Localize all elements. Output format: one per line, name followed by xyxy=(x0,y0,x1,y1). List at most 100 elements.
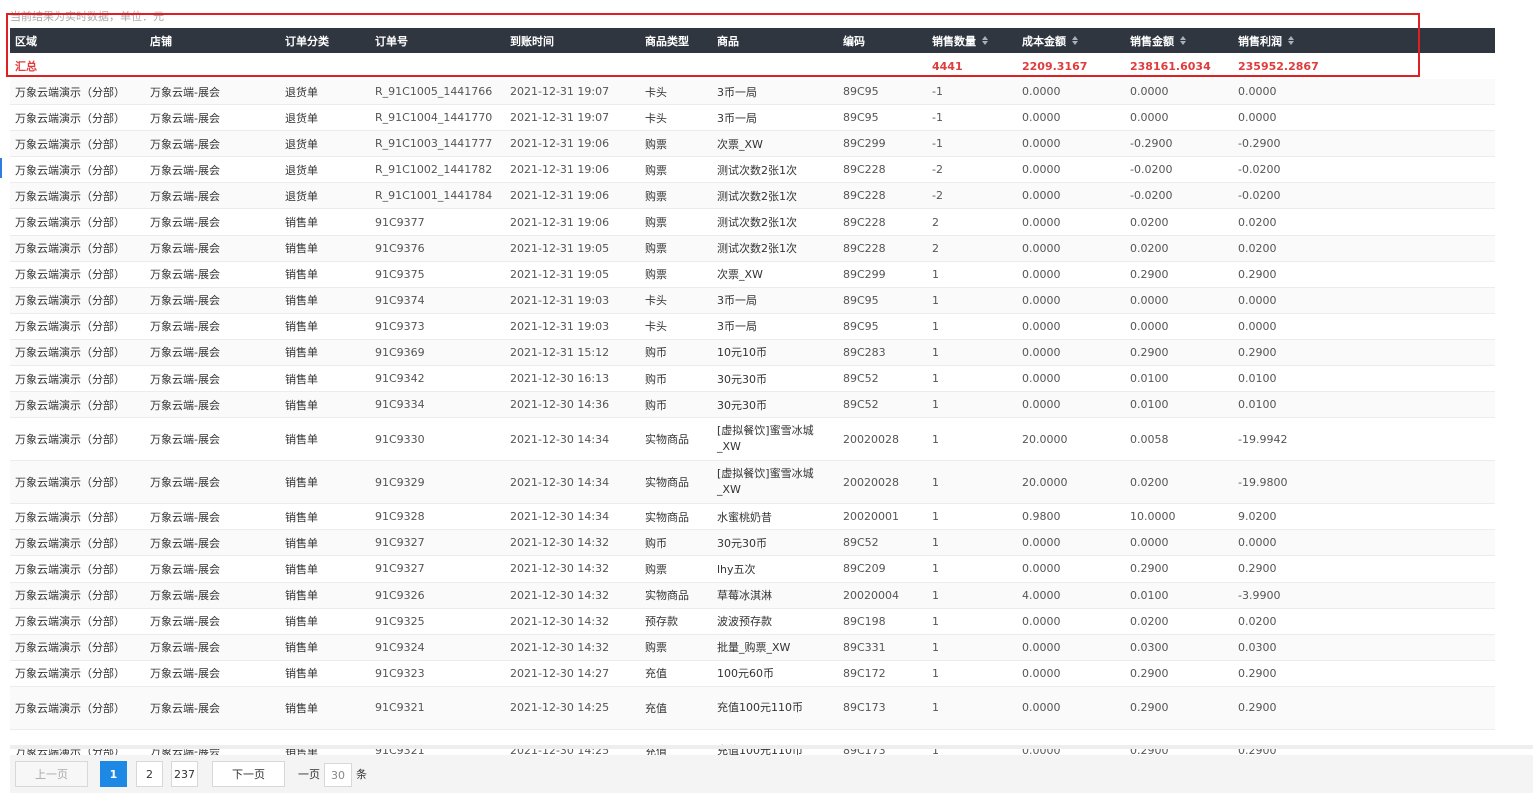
cell-code: 89C173 xyxy=(843,701,886,715)
table-row[interactable]: 万象云端演示（分部） 万象云端-展会 销售单 91C9327 2021-12-30 14… xyxy=(10,530,1495,557)
cell-store: 万象云端-展会 xyxy=(150,372,220,386)
cell-cost: 0.0000 xyxy=(1022,215,1061,229)
data-notice: 当前结果为实时数据，单位：元 xyxy=(10,10,164,23)
cell-order-no: 91C9329 xyxy=(375,475,425,489)
cell-qty: 1 xyxy=(932,614,939,628)
column-header-cost[interactable]: 成本金额 xyxy=(1017,28,1125,53)
cell-order-type: 销售单 xyxy=(285,242,318,256)
cell-region: 万象云端演示（分部） xyxy=(15,667,125,681)
cell-cost: 0.0000 xyxy=(1022,241,1061,255)
column-header-sales[interactable]: 销售金额 xyxy=(1125,28,1233,53)
cell-region: 万象云端演示（分部） xyxy=(15,346,125,360)
column-header-label: 订单分类 xyxy=(285,34,329,48)
cell-product: 3币一局 xyxy=(717,85,757,99)
sort-icon[interactable] xyxy=(1072,36,1078,45)
cell-product: 30元30币 xyxy=(717,372,767,386)
cell-qty: 1 xyxy=(932,562,939,576)
table-row[interactable]: 万象云端演示（分部） 万象云端-展会 销售单 91C9324 2021-12-30 14… xyxy=(10,634,1495,661)
cell-product-type: 购币 xyxy=(645,346,667,360)
table-row[interactable]: 万象云端演示（分部） 万象云端-展会 退货单 R_91C1005_1441766 202… xyxy=(10,79,1495,106)
cell-store: 万象云端-展会 xyxy=(150,398,220,412)
cell-region: 万象云端演示（分部） xyxy=(15,372,125,386)
table-row[interactable]: 万象云端演示（分部） 万象云端-展会 退货单 R_91C1002_1441782 202… xyxy=(10,157,1495,184)
table-row[interactable]: 万象云端演示（分部） 万象云端-展会 退货单 R_91C1003_1441777 202… xyxy=(10,131,1495,158)
cell-sales: -0.0200 xyxy=(1130,163,1173,177)
table-row[interactable]: 万象云端演示（分部） 万象云端-展会 销售单 91C9374 2021-12-31 19… xyxy=(10,287,1495,314)
cell-arrival-time: 2021-12-30 14:32 xyxy=(510,640,610,654)
cell-region: 万象云端演示（分部） xyxy=(15,615,125,629)
cell-order-no: R_91C1001_1441784 xyxy=(375,189,493,203)
cell-sales: 0.2900 xyxy=(1130,666,1169,680)
cell-region: 万象云端演示（分部） xyxy=(15,476,125,490)
table-row[interactable]: 万象云端演示（分部） 万象云端-展会 销售单 91C9373 2021-12-31 19… xyxy=(10,313,1495,340)
column-header-profit[interactable]: 销售利润 xyxy=(1233,28,1353,53)
cell-profit: -3.9900 xyxy=(1238,588,1281,602)
cell-cost: 0.0000 xyxy=(1022,137,1061,151)
cell-sales: 0.2900 xyxy=(1130,345,1169,359)
cell-store: 万象云端-展会 xyxy=(150,589,220,603)
cell-code: 89C283 xyxy=(843,345,886,359)
cell-order-no: 91C9373 xyxy=(375,319,425,333)
cell-order-no: 91C9325 xyxy=(375,614,425,628)
cell-product: 草莓冰淇淋 xyxy=(717,589,772,603)
next-page-button[interactable]: 下一页 xyxy=(212,761,285,787)
sort-icon[interactable] xyxy=(982,36,988,45)
sort-icon[interactable] xyxy=(1288,36,1294,45)
table-row[interactable]: 万象云端演示（分部） 万象云端-展会 销售单 91C9328 2021-12-30 14… xyxy=(10,504,1495,531)
table-row[interactable]: 万象云端演示（分部） 万象云端-展会 销售单 91C9321 2021-12-30 14… xyxy=(10,686,1495,730)
pagination: 上一页 1 2 237 下一页 一页 30 条 xyxy=(10,755,1533,793)
table-row[interactable]: 万象云端演示（分部） 万象云端-展会 销售单 91C9323 2021-12-30 14… xyxy=(10,660,1495,687)
table-scrollbar[interactable] xyxy=(10,745,1533,749)
cell-order-no: 91C9324 xyxy=(375,640,425,654)
cell-code: 20020028 xyxy=(843,475,899,489)
table-row[interactable]: 万象云端演示（分部） 万象云端-展会 销售单 91C9376 2021-12-31 19… xyxy=(10,235,1495,262)
cell-order-type: 销售单 xyxy=(285,536,318,550)
column-header-label: 区域 xyxy=(15,34,37,48)
table-row[interactable]: 万象云端演示（分部） 万象云端-展会 销售单 91C9375 2021-12-31 19… xyxy=(10,261,1495,288)
prev-page-button[interactable]: 上一页 xyxy=(15,761,88,787)
cell-arrival-time: 2021-12-30 14:32 xyxy=(510,588,610,602)
page-2-button[interactable]: 2 xyxy=(136,761,163,787)
cell-product-type: 卡头 xyxy=(645,111,667,125)
table-row[interactable]: 万象云端演示（分部） 万象云端-展会 退货单 R_91C1001_1441784 202… xyxy=(10,183,1495,210)
page-237-button[interactable]: 237 xyxy=(171,761,198,787)
cell-qty: 1 xyxy=(932,666,939,680)
cell-product-type: 实物商品 xyxy=(645,510,689,524)
cell-product: 波波预存款 xyxy=(717,615,772,629)
cell-arrival-time: 2021-12-31 19:03 xyxy=(510,293,610,307)
table-row[interactable]: 万象云端演示（分部） 万象云端-展会 退货单 R_91C1004_1441770 202… xyxy=(10,105,1495,132)
cell-qty: -1 xyxy=(932,111,943,125)
table-row[interactable]: 万象云端演示（分部） 万象云端-展会 销售单 91C9377 2021-12-31 19… xyxy=(10,209,1495,236)
cell-code: 89C52 xyxy=(843,536,879,550)
report-page: 当前结果为实时数据，单位：元 区域 店铺 订单分类 订单号 到账时间 商品类型 商品 编码 销售… xyxy=(0,0,1533,806)
cell-store: 万象云端-展会 xyxy=(150,641,220,655)
cell-product: 30元30币 xyxy=(717,536,767,550)
cell-sales: 0.0200 xyxy=(1130,215,1169,229)
cell-region: 万象云端演示（分部） xyxy=(15,85,125,99)
cell-order-no: 91C9327 xyxy=(375,562,425,576)
cell-product: [虚拟餐饮]蜜雪冰城_XW xyxy=(717,424,814,454)
cell-order-type: 退货单 xyxy=(285,137,318,151)
cell-sales: 10.0000 xyxy=(1130,510,1176,524)
sort-icon[interactable] xyxy=(1180,36,1186,45)
cell-qty: 1 xyxy=(932,372,939,386)
table-row[interactable]: 万象云端演示（分部） 万象云端-展会 销售单 91C9334 2021-12-30 14… xyxy=(10,392,1495,419)
cell-profit: 0.0200 xyxy=(1238,241,1277,255)
cell-arrival-time: 2021-12-31 19:05 xyxy=(510,241,610,255)
table-row[interactable]: 万象云端演示（分部） 万象云端-展会 销售单 91C9330 2021-12-30 14… xyxy=(10,418,1495,462)
column-header-qty[interactable]: 销售数量 xyxy=(927,28,1017,53)
table-row[interactable]: 万象云端演示（分部） 万象云端-展会 销售单 91C9342 2021-12-30 16… xyxy=(10,366,1495,393)
cell-product-type: 实物商品 xyxy=(645,476,689,490)
per-page-input[interactable]: 30 xyxy=(324,763,352,787)
table-row[interactable]: 万象云端演示（分部） 万象云端-展会 销售单 91C9327 2021-12-30 14… xyxy=(10,556,1495,583)
cell-region: 万象云端演示（分部） xyxy=(15,189,125,203)
cell-region: 万象云端演示（分部） xyxy=(15,320,125,334)
cell-cost: 0.0000 xyxy=(1022,163,1061,177)
table-row[interactable]: 万象云端演示（分部） 万象云端-展会 销售单 91C9325 2021-12-30 14… xyxy=(10,608,1495,635)
table-row[interactable]: 万象云端演示（分部） 万象云端-展会 销售单 91C9369 2021-12-31 15… xyxy=(10,339,1495,367)
table-row[interactable]: 万象云端演示（分部） 万象云端-展会 销售单 91C9326 2021-12-30 14… xyxy=(10,582,1495,609)
table-row[interactable]: 万象云端演示（分部） 万象云端-展会 销售单 91C9329 2021-12-30 14… xyxy=(10,461,1495,505)
cell-product: 充值100元110币 xyxy=(717,700,803,714)
page-1-button[interactable]: 1 xyxy=(100,761,127,787)
column-header-label: 订单号 xyxy=(375,34,408,48)
